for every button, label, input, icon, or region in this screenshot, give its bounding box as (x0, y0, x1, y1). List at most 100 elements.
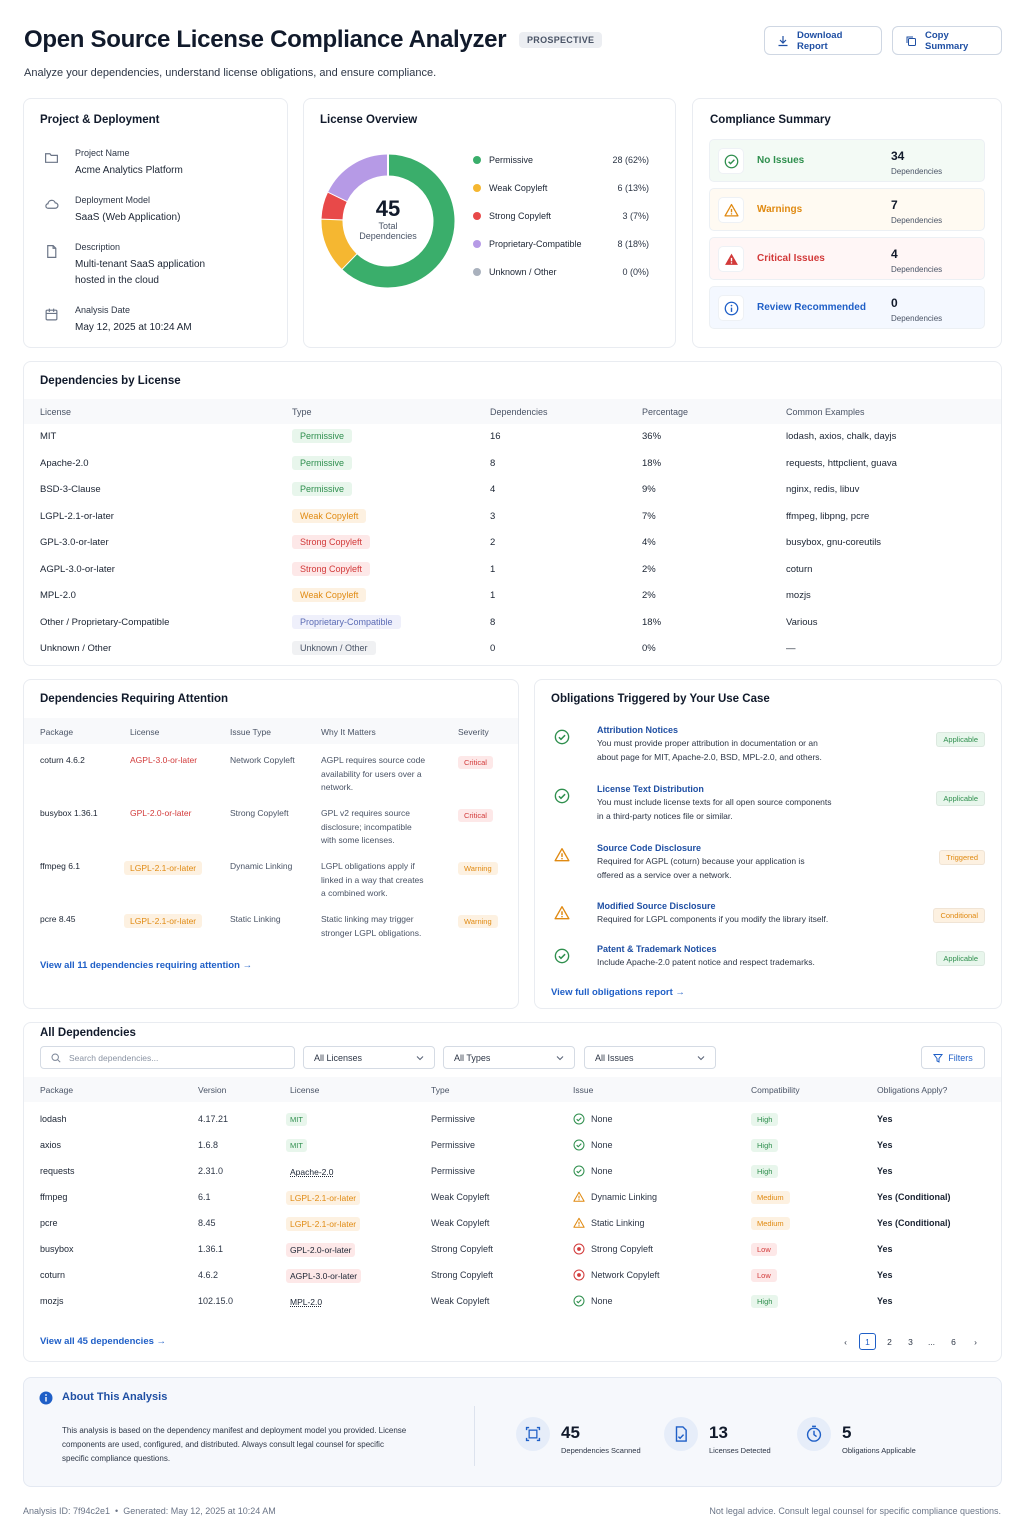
copy-icon (905, 35, 917, 47)
dep-license[interactable]: MIT (286, 1139, 307, 1152)
license-deps: 1 (490, 590, 496, 601)
license-pct: 36% (642, 431, 662, 442)
compatibility-badge: High (751, 1113, 779, 1126)
legend-dot (473, 212, 481, 220)
dep-license[interactable]: LGPL-2.1-or-later (286, 1191, 361, 1205)
license-pct: 9% (642, 484, 656, 495)
view-attention-link[interactable]: View all 11 dependencies requiring atten… (40, 960, 252, 971)
dep-license[interactable]: LGPL-2.1-or-later (286, 1217, 361, 1231)
check-circle-icon (573, 1295, 585, 1307)
severity-badge: Critical (458, 809, 493, 822)
dep-package[interactable]: busybox (40, 1244, 74, 1254)
license-examples: Various (786, 616, 818, 628)
dep-license[interactable]: Apache-2.0 (286, 1165, 337, 1179)
dep-package[interactable]: coturn (40, 1270, 65, 1280)
summary-item-warnings[interactable]: Warnings 7 Dependencies (709, 188, 985, 231)
dep-license[interactable]: MPL-2.0 (286, 1295, 326, 1309)
dep-package[interactable]: lodash (40, 1114, 67, 1124)
obligation-desc-line: offered as a service over a network. (597, 869, 732, 880)
about-text-line: components are used, configured, and dis… (62, 1440, 384, 1449)
cloud-icon (44, 197, 59, 212)
dep-package[interactable]: pcre (40, 1218, 58, 1228)
obligation-desc-line: about page for MIT, Apache-2.0, BSD, MPL… (597, 751, 822, 762)
attention-issue: Strong Copyleft (230, 808, 289, 818)
legend-label: Permissive (489, 155, 534, 165)
attention-why-line: LGPL obligations apply if (321, 861, 415, 871)
dep-license[interactable]: GPL-2.0-or-later (286, 1243, 356, 1257)
total-count: 45 (375, 196, 401, 221)
filter-select-all-licenses[interactable]: All Licenses (303, 1046, 435, 1069)
compatibility-badge: High (751, 1165, 779, 1178)
dep-version: 1.36.1 (198, 1244, 224, 1254)
footer-disclaimer: Not legal advice. Consult legal counsel … (709, 1506, 1001, 1516)
legend-label: Weak Copyleft (489, 183, 548, 193)
column-header: Severity (458, 727, 489, 737)
dep-version: 8.45 (198, 1218, 216, 1228)
view-all-dependencies-link[interactable]: View all 45 dependencies → (40, 1336, 166, 1347)
license-deps: 8 (490, 457, 496, 469)
license-deps: 3 (490, 510, 496, 522)
view-obligations-label: View full obligations report (551, 987, 673, 998)
about-stat-label: Obligations Applicable (842, 1446, 916, 1455)
summary-item-review-recommended[interactable]: Review Recommended 0 Dependencies (709, 286, 985, 329)
summary-count: 4 (891, 247, 898, 261)
filter-select-all-issues[interactable]: All Issues (584, 1046, 716, 1069)
warning-icon (554, 905, 570, 921)
page-button[interactable]: 3 (902, 1333, 919, 1350)
download-report-button[interactable]: Download Report (764, 26, 882, 55)
prev-page-button[interactable]: ‹ (837, 1333, 854, 1350)
dep-obligations: Yes (877, 1244, 893, 1254)
next-page-button[interactable]: › (967, 1333, 984, 1350)
license-type-badge: Permissive (292, 482, 353, 496)
summary-item-no-issues[interactable]: No Issues 34 Dependencies (709, 139, 985, 182)
about-title: About This Analysis (62, 1391, 168, 1403)
critical-circle-icon (573, 1243, 585, 1255)
scan-icon (516, 1417, 550, 1451)
about-stat-value: 45 (561, 1423, 580, 1442)
license-name: BSD-3-Clause (40, 484, 101, 495)
copy-summary-button[interactable]: Copy Summary (892, 26, 1002, 55)
dep-type: Permissive (431, 1140, 476, 1150)
license-pct: 0% (642, 643, 656, 654)
license-pct: 2% (642, 563, 656, 575)
page-button[interactable]: 1 (859, 1333, 876, 1350)
summary-item-critical-issues[interactable]: Critical Issues 4 Dependencies (709, 237, 985, 280)
page-button[interactable]: 2 (881, 1333, 898, 1350)
search-input[interactable]: Search dependencies... (40, 1046, 295, 1069)
obligation-title: Source Code Disclosure (597, 843, 702, 853)
page-button[interactable]: 6 (945, 1333, 962, 1350)
arrow-right-icon: → (242, 960, 253, 971)
dep-package[interactable]: mozjs (40, 1296, 64, 1306)
dep-obligations: Yes (877, 1140, 893, 1150)
dep-license[interactable]: AGPL-3.0-or-later (286, 1269, 362, 1283)
prospective-tag: PROSPECTIVE (519, 32, 603, 48)
obligation-status-badge: Triggered (939, 850, 985, 865)
dep-issue: None (591, 1166, 613, 1176)
view-obligations-link[interactable]: View full obligations report → (551, 987, 685, 998)
attention-why-line: with some licenses. (321, 835, 395, 845)
dep-type: Weak Copyleft (431, 1218, 490, 1228)
license-type-badge: Proprietary-Compatible (292, 614, 401, 629)
attention-license: AGPL-3.0-or-later (130, 755, 198, 765)
dep-package[interactable]: ffmpeg (40, 1192, 67, 1202)
license-type-badge: Weak Copyleft (292, 588, 367, 602)
legend-label: Proprietary-Compatible (489, 239, 582, 249)
license-examples: ffmpeg, libpng, pcre (786, 510, 870, 522)
dep-issue: None (591, 1140, 613, 1150)
license-overview-card: License Overview 45 Total Dependencies P… (303, 98, 676, 348)
project-field-label: Deployment Model (75, 195, 151, 205)
column-header: Percentage (642, 407, 689, 417)
column-header: Issue (573, 1085, 594, 1095)
filter-select-all-types[interactable]: All Types (443, 1046, 575, 1069)
filters-button[interactable]: Filters (921, 1046, 985, 1069)
legend-value: 28 (62%) (612, 155, 649, 165)
dep-version: 102.15.0 (198, 1296, 234, 1306)
dep-license[interactable]: MIT (286, 1113, 307, 1126)
dep-package[interactable]: axios (40, 1140, 61, 1150)
dep-issue: Static Linking (591, 1218, 645, 1228)
info-icon (718, 295, 744, 321)
obligation-desc-line: Required for AGPL (coturn) because your … (597, 856, 805, 866)
dep-package[interactable]: requests (40, 1166, 75, 1176)
license-type-badge: Permissive (292, 429, 353, 443)
dep-issue: Strong Copyleft (591, 1244, 654, 1254)
